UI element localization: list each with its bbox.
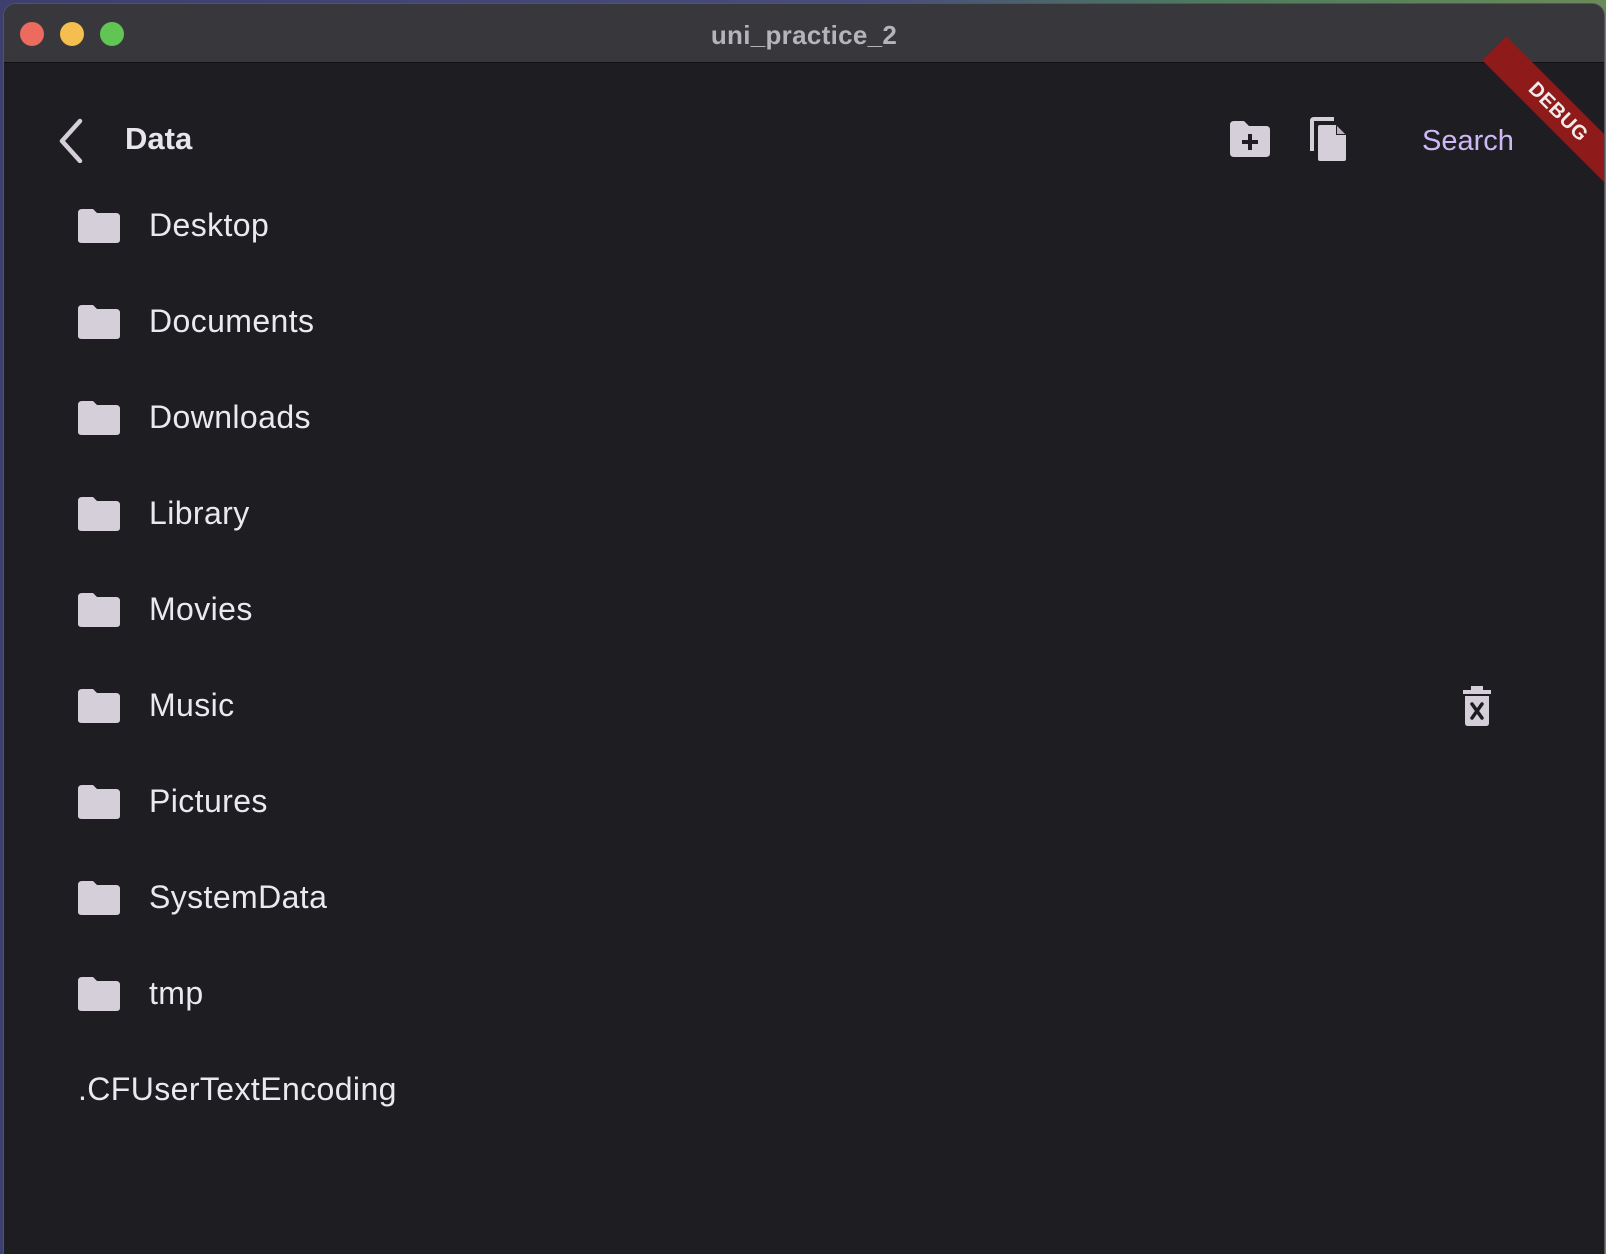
- copy-file-icon: [1310, 117, 1346, 161]
- folder-icon: [78, 497, 120, 531]
- list-item-cfusertextencoding[interactable]: .CFUserTextEncoding: [4, 1045, 1604, 1141]
- folder-icon: [78, 881, 120, 915]
- title-bar[interactable]: uni_practice_2: [4, 4, 1604, 63]
- file-name: Movies: [149, 591, 253, 627]
- file-name: tmp: [149, 975, 204, 1011]
- list-item-pictures[interactable]: Pictures: [4, 757, 1604, 853]
- list-item-systemdata[interactable]: SystemData: [4, 853, 1604, 949]
- window-title: uni_practice_2: [710, 20, 898, 50]
- file-name: Music: [149, 687, 235, 723]
- folder-icon: [78, 401, 120, 435]
- list-item-movies[interactable]: Movies: [4, 565, 1604, 661]
- create-new-folder-icon: [1230, 121, 1270, 157]
- copy-file-button[interactable]: [1306, 115, 1350, 163]
- new-folder-button[interactable]: [1228, 119, 1272, 159]
- list-item-library[interactable]: Library: [4, 469, 1604, 565]
- folder-icon: [78, 689, 120, 723]
- list-item-tmp[interactable]: tmp: [4, 949, 1604, 1045]
- file-name: Downloads: [149, 399, 311, 435]
- delete-forever-icon: [1463, 686, 1491, 726]
- file-name: Documents: [149, 303, 315, 339]
- back-button[interactable]: [50, 115, 90, 164]
- list-item-downloads[interactable]: Downloads: [4, 373, 1604, 469]
- file-name: Pictures: [149, 783, 268, 819]
- app-window: uni_practice_2 Data Search DEBUG Desktop…: [4, 4, 1604, 1254]
- list-item-documents[interactable]: Documents: [4, 277, 1604, 373]
- folder-icon: [78, 209, 120, 243]
- delete-button[interactable]: [1460, 685, 1494, 727]
- folder-icon: [78, 977, 120, 1011]
- file-name: SystemData: [149, 879, 328, 915]
- chevron-left-icon: [59, 118, 83, 164]
- app-content: Data Search DEBUG Desktop Documents Down…: [4, 36, 1604, 1254]
- file-name: .CFUserTextEncoding: [78, 1071, 397, 1107]
- folder-icon: [78, 305, 120, 339]
- folder-icon: [78, 593, 120, 627]
- list-item-desktop[interactable]: Desktop: [4, 181, 1604, 277]
- list-item-music[interactable]: Music: [4, 661, 1604, 757]
- search-button[interactable]: Search: [1422, 125, 1514, 158]
- file-name: Library: [149, 495, 250, 531]
- folder-icon: [78, 785, 120, 819]
- page-title: Data: [125, 121, 193, 156]
- file-name: Desktop: [149, 207, 270, 243]
